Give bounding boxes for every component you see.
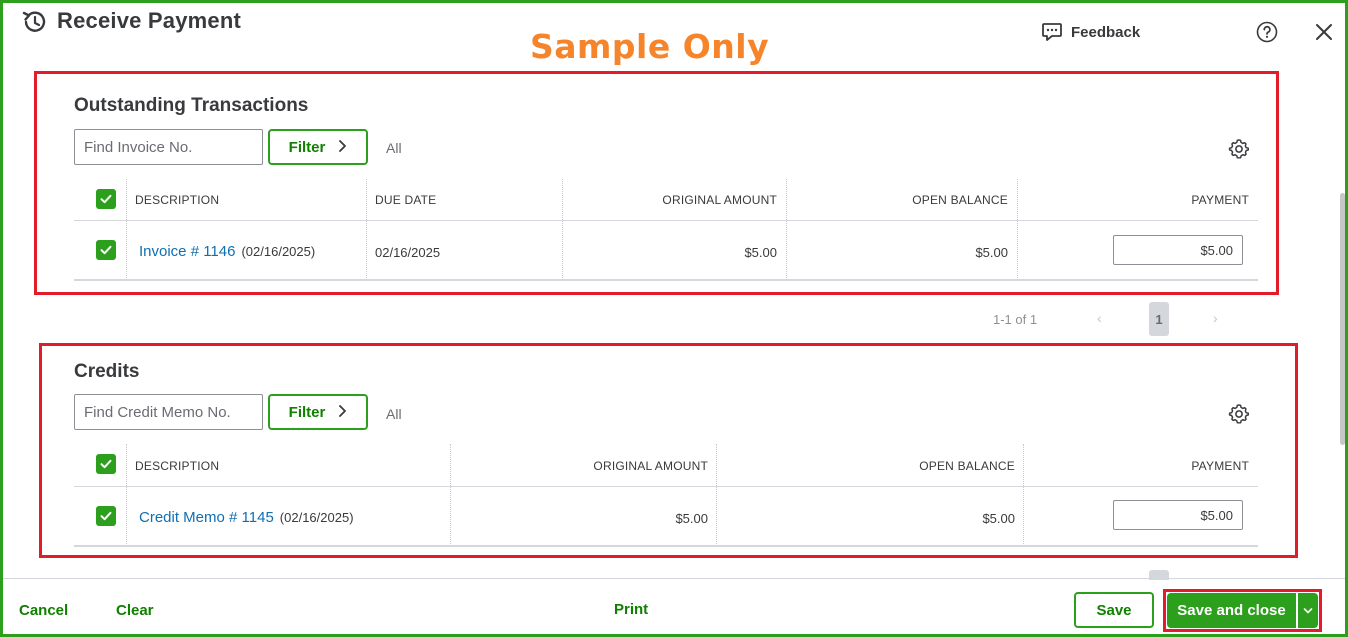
- feedback-label: Feedback: [1071, 23, 1141, 41]
- gear-icon[interactable]: [1228, 138, 1250, 160]
- credit-memo-open-balance: $5.00: [982, 511, 1015, 526]
- chevron-right-icon: [337, 404, 347, 420]
- credit-memo-link[interactable]: Credit Memo # 1145 (02/16/2025): [139, 509, 354, 526]
- column-divider: [1023, 444, 1024, 546]
- invoice-payment-input[interactable]: [1113, 235, 1243, 265]
- gear-icon[interactable]: [1228, 403, 1250, 425]
- footer-bar: Cancel Clear Print Save Save and close: [0, 570, 1348, 637]
- pagination-summary: 1-1 of 1: [993, 312, 1038, 327]
- filter-label: Filter: [288, 403, 326, 421]
- cancel-button[interactable]: Cancel: [19, 602, 68, 619]
- vertical-scrollbar[interactable]: [1339, 75, 1345, 575]
- column-header-open-balance: OPEN BALANCE: [919, 459, 1015, 473]
- column-divider: [126, 444, 127, 546]
- check-icon: [100, 459, 112, 469]
- table-header-divider: [74, 220, 1258, 221]
- outstanding-filter-value: All: [386, 140, 402, 156]
- credits-filter-value: All: [386, 406, 402, 422]
- credits-filter-button[interactable]: Filter: [268, 394, 368, 430]
- save-button[interactable]: Save: [1074, 592, 1154, 628]
- scrollbar-thumb[interactable]: [1340, 193, 1345, 445]
- invoice-row-checkbox[interactable]: [96, 240, 116, 260]
- outstanding-filter-button[interactable]: Filter: [268, 129, 368, 165]
- column-header-payment: PAYMENT: [1191, 459, 1249, 473]
- column-divider: [786, 179, 787, 280]
- check-icon: [100, 245, 112, 255]
- credits-title: Credits: [74, 361, 140, 382]
- column-header-original-amount: ORIGINAL AMOUNT: [593, 459, 708, 473]
- pagination-page-button[interactable]: 1: [1149, 302, 1169, 336]
- credits-select-all-checkbox[interactable]: [96, 454, 116, 474]
- right-gutter: [1298, 78, 1338, 578]
- credit-memo-number[interactable]: Credit Memo # 1145: [139, 509, 274, 526]
- help-icon[interactable]: [1256, 21, 1278, 43]
- outstanding-title: Outstanding Transactions: [74, 95, 309, 116]
- clear-button[interactable]: Clear: [116, 602, 154, 619]
- print-button[interactable]: Print: [614, 601, 648, 618]
- column-header-payment: PAYMENT: [1191, 193, 1249, 207]
- column-header-due-date: DUE DATE: [375, 193, 437, 207]
- column-header-description: DESCRIPTION: [135, 459, 220, 473]
- feedback-button[interactable]: Feedback: [1041, 20, 1140, 44]
- filter-label: Filter: [288, 138, 326, 156]
- column-divider: [1017, 179, 1018, 280]
- credit-memo-row-checkbox[interactable]: [96, 506, 116, 526]
- invoice-due-date: 02/16/2025: [375, 245, 441, 260]
- credit-memo-search-input[interactable]: [74, 394, 263, 430]
- invoice-original-amount: $5.00: [744, 245, 777, 260]
- column-divider: [450, 444, 451, 546]
- save-and-close-button[interactable]: Save and close: [1167, 593, 1296, 628]
- credit-memo-date: (02/16/2025): [279, 510, 354, 525]
- table-bottom-border: [74, 279, 1258, 281]
- check-icon: [100, 511, 112, 521]
- credit-memo-payment-input[interactable]: [1113, 500, 1243, 530]
- chevron-right-icon[interactable]: ›: [1213, 310, 1218, 326]
- pagination-page-stub: [1149, 570, 1169, 580]
- header: Receive Payment Sample Only Feedback: [0, 0, 1348, 78]
- column-header-description: DESCRIPTION: [135, 193, 220, 207]
- column-divider: [562, 179, 563, 280]
- invoice-date: (02/16/2025): [241, 244, 316, 259]
- sample-watermark: Sample Only: [530, 27, 770, 66]
- chevron-down-icon: [1303, 607, 1313, 613]
- column-divider: [126, 179, 127, 280]
- column-divider: [716, 444, 717, 546]
- column-header-open-balance: OPEN BALANCE: [912, 193, 1008, 207]
- save-options-dropdown[interactable]: [1297, 593, 1318, 628]
- invoice-link[interactable]: Invoice # 1146 (02/16/2025): [139, 243, 315, 260]
- table-bottom-border: [74, 545, 1258, 547]
- outstanding-select-all-checkbox[interactable]: [96, 189, 116, 209]
- chevron-right-icon: [337, 139, 347, 155]
- close-icon[interactable]: [1314, 22, 1334, 42]
- history-icon: [22, 11, 46, 32]
- chevron-left-icon[interactable]: ‹: [1097, 310, 1102, 326]
- invoice-search-input[interactable]: [74, 129, 263, 165]
- feedback-icon: [1042, 23, 1062, 41]
- page-title: Receive Payment: [57, 8, 241, 33]
- check-icon: [100, 194, 112, 204]
- invoice-open-balance: $5.00: [975, 245, 1008, 260]
- credit-memo-original-amount: $5.00: [675, 511, 708, 526]
- table-header-divider: [74, 486, 1258, 487]
- invoice-number[interactable]: Invoice # 1146: [139, 243, 235, 260]
- column-divider: [366, 179, 367, 280]
- column-header-original-amount: ORIGINAL AMOUNT: [662, 193, 777, 207]
